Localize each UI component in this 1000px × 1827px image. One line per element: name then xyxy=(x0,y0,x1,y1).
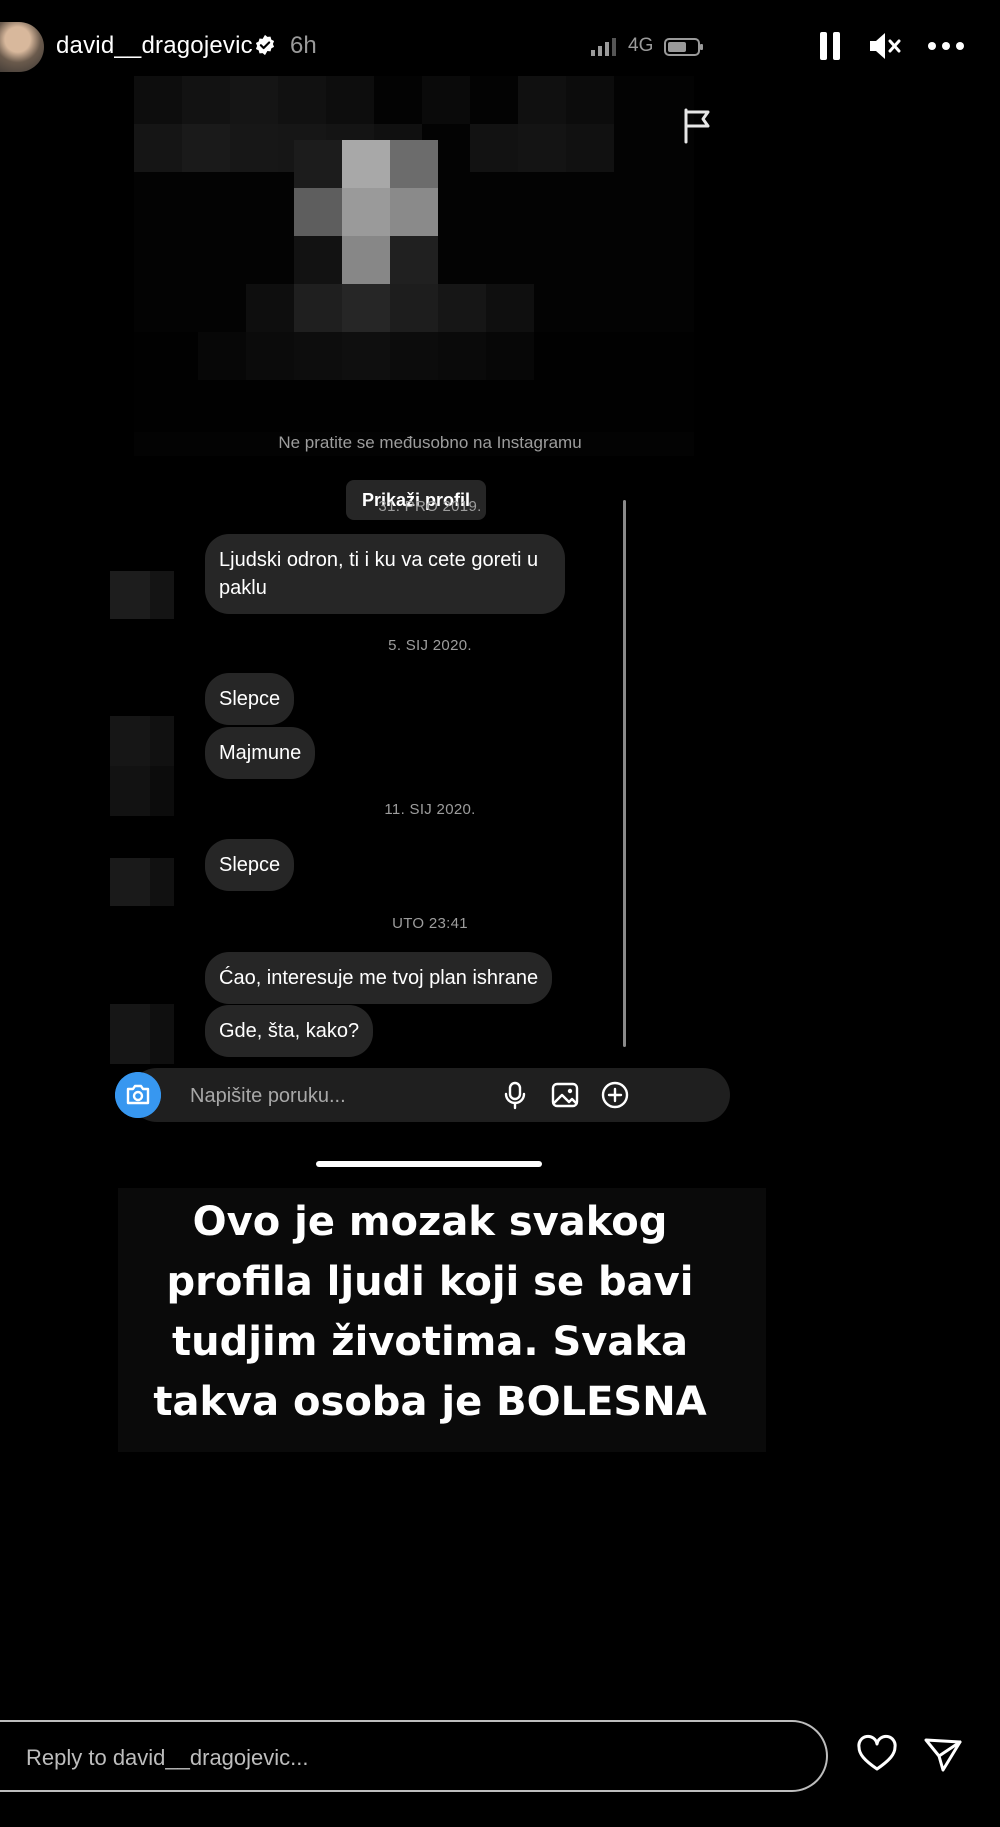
camera-icon[interactable] xyxy=(115,1072,161,1118)
sender-avatar-pixelated xyxy=(110,1004,174,1064)
caption-line: Ovo je mozak svakog xyxy=(192,1199,668,1245)
story-caption: Ovo je mozak svakog profila ljudi koji s… xyxy=(100,1192,760,1432)
message-bubble[interactable]: Ćao, interesuje me tvoj plan ishrane xyxy=(205,952,553,1004)
date-separator: 11. SIJ 2020. xyxy=(384,801,476,818)
username[interactable]: david__dragojevic xyxy=(56,32,253,60)
scrollbar[interactable] xyxy=(623,500,626,1047)
pixelated-profile-picture xyxy=(134,76,694,456)
report-flag-icon[interactable] xyxy=(680,106,716,146)
caption-line: tudjim životima. Svaka xyxy=(172,1319,688,1365)
verified-badge-icon xyxy=(255,34,275,56)
sender-avatar-pixelated xyxy=(110,858,174,906)
story-viewer: david__dragojevic 6h 4G Ne pratite se me… xyxy=(0,0,1000,1827)
mute-icon[interactable] xyxy=(866,28,902,64)
message-input[interactable] xyxy=(188,1078,492,1114)
pause-icon[interactable] xyxy=(812,28,848,64)
date-separator: 5. SIJ 2020. xyxy=(388,637,472,654)
add-icon[interactable] xyxy=(600,1080,630,1110)
post-time: 6h xyxy=(290,32,317,59)
caption-line: profila ljudi koji se bavi xyxy=(166,1259,694,1305)
gallery-icon[interactable] xyxy=(550,1080,580,1110)
reply-field xyxy=(0,1720,828,1792)
not-following-notice: Ne pratite se međusobno na Instagramu xyxy=(278,433,582,452)
reply-input[interactable] xyxy=(24,1740,788,1776)
avatar[interactable] xyxy=(0,22,44,72)
message-bubble[interactable]: Gde, šta, kako? xyxy=(205,1005,374,1057)
message-bubble[interactable]: Slepce xyxy=(205,673,295,725)
network-label: 4G xyxy=(628,35,654,56)
battery-icon xyxy=(664,38,703,56)
home-indicator xyxy=(316,1161,542,1167)
sender-avatar-pixelated xyxy=(110,571,174,619)
date-separator: 31. PRO 2019. xyxy=(378,498,482,515)
heart-icon[interactable] xyxy=(856,1734,898,1774)
message-bubble[interactable]: Ljudski odron, ti i ku va cete goreti u … xyxy=(205,534,565,614)
date-separator: UTO 23:41 xyxy=(392,915,468,932)
message-bubble[interactable]: Majmune xyxy=(205,727,316,779)
more-options-icon[interactable] xyxy=(924,28,968,64)
message-bubble[interactable]: Slepce xyxy=(205,839,295,891)
send-icon[interactable] xyxy=(922,1734,964,1774)
microphone-icon[interactable] xyxy=(500,1080,530,1110)
message-composer xyxy=(130,1068,730,1122)
dm-screenshot: Ne pratite se međusobno na Instagramu Pr… xyxy=(110,76,750,1366)
caption-line: takva osoba je BOLESNA xyxy=(153,1379,707,1425)
signal-icon xyxy=(591,38,616,56)
